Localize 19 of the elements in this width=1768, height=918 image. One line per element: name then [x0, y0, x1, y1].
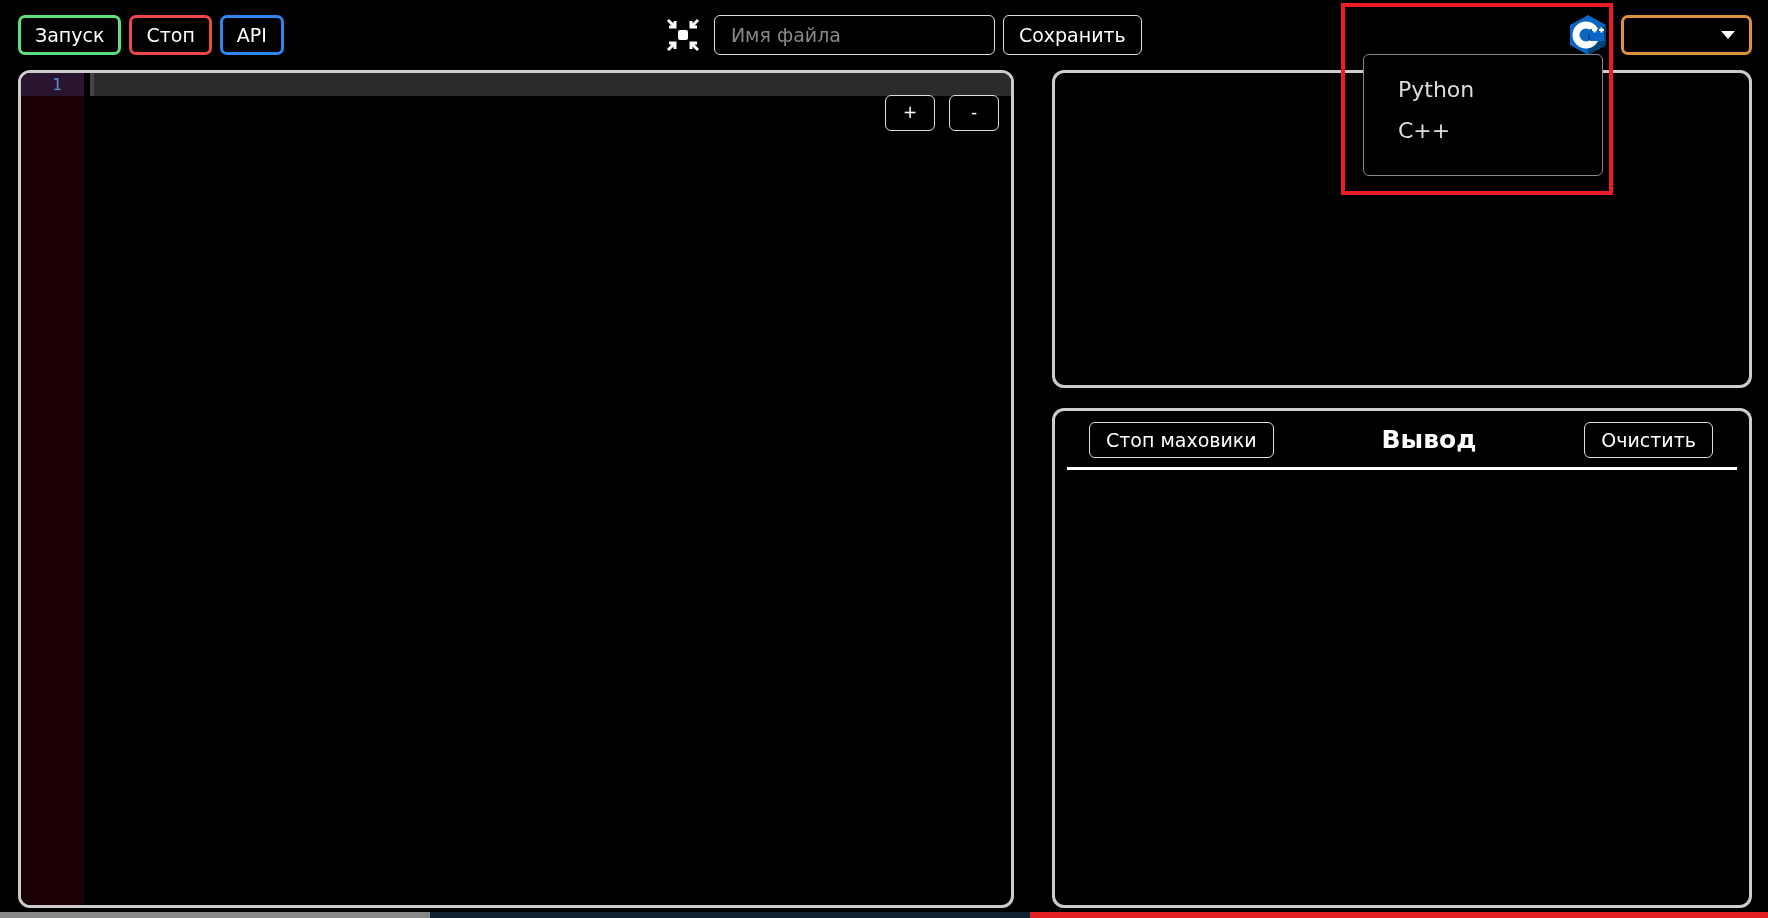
horizontal-scrollbar[interactable]	[0, 912, 1768, 918]
save-button[interactable]: Сохранить	[1002, 15, 1142, 55]
zoom-in-button[interactable]: +	[885, 95, 935, 131]
filename-field[interactable]: Имя файла	[713, 15, 995, 55]
stop-button[interactable]: Стоп	[129, 15, 212, 55]
fullscreen-exit-icon[interactable]	[665, 18, 700, 52]
code-editor[interactable]: 1 + -	[18, 70, 1014, 908]
stop-flywheels-button[interactable]: Стоп маховики	[1089, 421, 1274, 458]
cpp-logo-icon	[1569, 14, 1607, 56]
line-number: 1	[21, 73, 84, 96]
menu-item[interactable]: Python	[1364, 69, 1509, 110]
api-button[interactable]: API	[219, 15, 284, 55]
output-title: Вывод	[1381, 424, 1477, 456]
language-select[interactable]	[1621, 15, 1752, 55]
clear-button[interactable]: Очистить	[1584, 421, 1713, 458]
zoom-out-button[interactable]: -	[949, 95, 999, 131]
caret-icon	[1721, 31, 1735, 39]
run-button[interactable]: Запуск	[18, 15, 122, 55]
menu-item[interactable]: C++	[1364, 110, 1485, 151]
